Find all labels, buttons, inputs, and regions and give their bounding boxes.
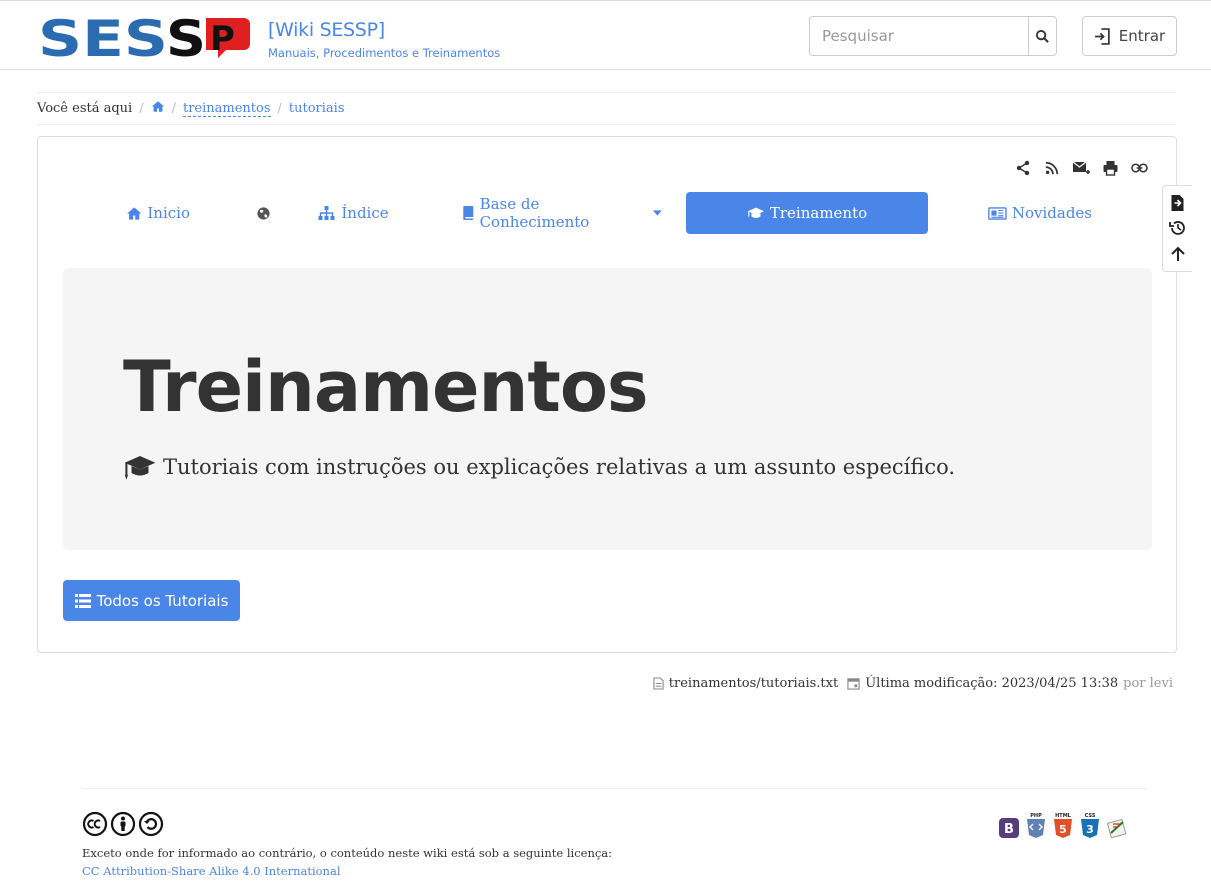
search-input[interactable] bbox=[810, 17, 1028, 55]
graduation-cap-icon bbox=[747, 207, 764, 218]
home-icon bbox=[127, 206, 142, 220]
site-logo[interactable]: SES S P bbox=[38, 14, 250, 58]
breadcrumb-item-tutoriais[interactable]: tutoriais bbox=[289, 101, 345, 116]
license-link[interactable]: CC Attribution-Share Alike 4.0 Internati… bbox=[82, 864, 341, 878]
breadcrumb-label: Você está aqui bbox=[37, 101, 133, 116]
globe-icon bbox=[256, 206, 270, 220]
main-nav: Inicio Índice Base de Conhecimento Trein… bbox=[38, 192, 1178, 234]
svg-text:3: 3 bbox=[1086, 823, 1094, 836]
back-to-top-icon[interactable] bbox=[1169, 245, 1187, 263]
file-icon bbox=[653, 677, 664, 690]
book-icon bbox=[463, 206, 474, 220]
rss-icon[interactable] bbox=[1043, 159, 1061, 177]
share-icon[interactable] bbox=[1014, 159, 1032, 177]
login-button[interactable]: Entrar bbox=[1082, 16, 1177, 56]
email-icon[interactable] bbox=[1072, 159, 1090, 177]
nav-item-label: Base de Conhecimento bbox=[479, 195, 590, 231]
calendar-icon bbox=[847, 678, 860, 690]
breadcrumb-separator: / bbox=[277, 101, 282, 116]
page-subtitle: Tutoriais com instruções ou explicações … bbox=[123, 454, 955, 480]
doc-filename: treinamentos/tutoriais.txt bbox=[668, 676, 839, 691]
print-icon[interactable] bbox=[1101, 159, 1119, 177]
cc-icon bbox=[82, 811, 108, 837]
login-label: Entrar bbox=[1118, 27, 1166, 45]
tech-badges: B PHP HTML 5 CSS 3 bbox=[998, 811, 1128, 839]
html5-icon[interactable]: HTML 5 bbox=[1052, 811, 1074, 839]
php-icon[interactable]: PHP bbox=[1025, 811, 1047, 839]
css3-icon[interactable]: CSS 3 bbox=[1079, 811, 1101, 839]
history-icon[interactable] bbox=[1168, 219, 1187, 237]
page-subtitle-text: Tutoriais com instruções ou explicações … bbox=[163, 455, 956, 479]
dokuwiki-icon[interactable] bbox=[1106, 817, 1128, 839]
footer-divider bbox=[82, 788, 1147, 789]
cc-license-icons[interactable] bbox=[82, 811, 164, 837]
list-icon bbox=[74, 593, 91, 608]
nav-item-treinamento[interactable]: Treinamento bbox=[686, 192, 928, 234]
svg-text:HTML: HTML bbox=[1055, 813, 1072, 819]
nav-item-base-de-conhecimento[interactable]: Base de Conhecimento bbox=[462, 192, 662, 234]
breadcrumb-separator: / bbox=[139, 101, 144, 116]
doc-info: treinamentos/tutoriais.txt Última modifi… bbox=[653, 676, 1173, 691]
svg-text:B: B bbox=[1004, 822, 1014, 837]
export-pdf-icon[interactable] bbox=[1169, 194, 1187, 212]
nav-item-novidades[interactable]: Novidades bbox=[988, 192, 1092, 234]
top-navbar: SES S P [Wiki SESSP] Manuais, Procedimen… bbox=[0, 0, 1211, 70]
breadcrumb-item-treinamentos[interactable]: treinamentos bbox=[182, 101, 271, 117]
all-tutorials-label: Todos os Tutoriais bbox=[96, 591, 229, 610]
svg-text:P: P bbox=[210, 19, 235, 58]
bootstrap-icon[interactable]: B bbox=[998, 817, 1020, 839]
login-icon bbox=[1094, 27, 1110, 45]
caret-down-icon bbox=[653, 210, 662, 216]
sitemap-icon bbox=[318, 206, 335, 220]
nav-item-label: Novidades bbox=[1011, 204, 1092, 222]
newspaper-icon bbox=[988, 206, 1007, 220]
nav-item-indice[interactable]: Índice bbox=[316, 192, 390, 234]
nav-item-label: Inicio bbox=[147, 204, 190, 222]
by-attribution-icon bbox=[110, 811, 136, 837]
license-text: Exceto onde for informado ao contrário, … bbox=[82, 846, 613, 860]
nav-item-label: Treinamento bbox=[769, 204, 868, 222]
site-tagline: Manuais, Procedimentos e Treinamentos bbox=[268, 46, 501, 60]
all-tutorials-button[interactable]: Todos os Tutoriais bbox=[63, 580, 240, 621]
search-form bbox=[809, 16, 1057, 56]
svg-text:CSS: CSS bbox=[1085, 813, 1096, 819]
share-alike-icon bbox=[138, 811, 164, 837]
nav-item-inicio[interactable]: Inicio bbox=[126, 192, 190, 234]
breadcrumb: Você está aqui / / treinamentos / tutori… bbox=[37, 92, 1176, 125]
jumbotron: Treinamentos Tutoriais com instruções ou… bbox=[63, 268, 1152, 550]
content-panel: Inicio Índice Base de Conhecimento Trein… bbox=[37, 136, 1177, 653]
home-icon[interactable] bbox=[151, 100, 165, 117]
nav-item-language[interactable] bbox=[250, 192, 276, 234]
doc-last-modified: Última modificação: 2023/04/25 13:38 bbox=[865, 676, 1119, 691]
graduation-cap-icon bbox=[124, 455, 156, 480]
side-tools bbox=[1162, 185, 1192, 272]
page-title: Treinamentos bbox=[123, 346, 649, 428]
nav-item-label: Índice bbox=[341, 204, 389, 222]
search-button[interactable] bbox=[1028, 17, 1056, 55]
svg-text:5: 5 bbox=[1059, 823, 1067, 836]
doc-author[interactable]: por levi bbox=[1123, 676, 1173, 691]
link-icon[interactable] bbox=[1130, 159, 1148, 177]
search-icon bbox=[1035, 29, 1049, 43]
svg-text:PHP: PHP bbox=[1030, 813, 1042, 819]
svg-text:SES: SES bbox=[38, 14, 168, 58]
svg-text:S: S bbox=[166, 14, 206, 58]
page-tools bbox=[1014, 159, 1148, 177]
site-title[interactable]: [Wiki SESSP] bbox=[268, 19, 385, 41]
breadcrumb-separator: / bbox=[171, 101, 176, 116]
